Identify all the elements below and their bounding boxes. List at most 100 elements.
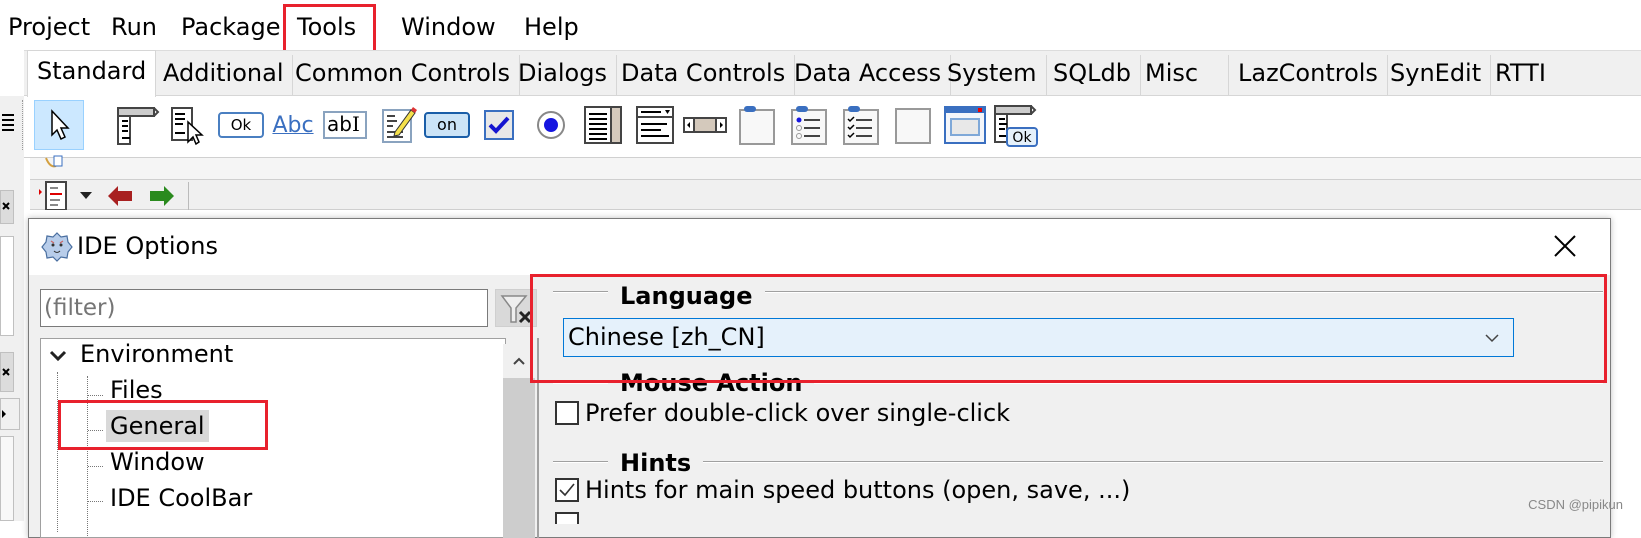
tab-dialogs[interactable]: Dialogs bbox=[509, 55, 617, 97]
tmemo-icon bbox=[382, 107, 417, 143]
editor-toolbar bbox=[30, 180, 1641, 211]
tactionlist-component[interactable]: Ok bbox=[990, 100, 1040, 150]
side-close-button-2[interactable] bbox=[0, 352, 14, 392]
menu-bar: Project Run Package Tools Window Help bbox=[0, 0, 1641, 50]
tframe-component[interactable] bbox=[940, 100, 990, 150]
checkmark-icon bbox=[559, 483, 575, 497]
tree-item-environment[interactable]: Environment bbox=[80, 338, 233, 370]
tcheckgroup-component[interactable] bbox=[836, 100, 886, 150]
tmainmenu-component[interactable] bbox=[112, 100, 162, 150]
tree-guide-line bbox=[57, 372, 58, 532]
tcombobox-component[interactable] bbox=[630, 100, 680, 150]
close-icon bbox=[1554, 235, 1576, 257]
prefer-double-click-checkbox-row[interactable]: Prefer double-click over single-click bbox=[555, 398, 1010, 428]
prefer-double-click-label: Prefer double-click over single-click bbox=[585, 399, 1011, 427]
tactionlist-icon-text: Ok bbox=[1012, 130, 1032, 146]
side-arrow-button[interactable] bbox=[0, 398, 20, 430]
palette-tab-strip: Standard Additional Common Controls Dial… bbox=[24, 50, 1641, 97]
side-close-button-1[interactable] bbox=[0, 190, 14, 224]
tlabel-component[interactable]: Abc bbox=[268, 100, 318, 150]
lazarus-cheetah-icon bbox=[41, 232, 73, 262]
tab-misc[interactable]: Misc bbox=[1136, 55, 1229, 97]
chevron-down-icon bbox=[49, 350, 67, 362]
ttogglebox-component[interactable]: on bbox=[422, 100, 472, 150]
prefer-double-click-checkbox[interactable] bbox=[555, 401, 579, 425]
filter-input[interactable] bbox=[40, 289, 488, 327]
tradiobutton-icon bbox=[537, 111, 565, 139]
triangle-down-icon bbox=[80, 192, 92, 199]
tbutton-component[interactable]: Ok bbox=[216, 100, 266, 150]
jump-history-button[interactable] bbox=[38, 180, 70, 211]
tactionlist-icon: Ok bbox=[994, 105, 1038, 147]
tcombobox-icon bbox=[636, 106, 674, 144]
tmemo-component[interactable] bbox=[374, 100, 424, 150]
tlistbox-icon bbox=[584, 106, 622, 144]
tab-lazcontrols[interactable]: LazControls bbox=[1229, 55, 1388, 97]
tedit-icon: abI bbox=[323, 111, 367, 139]
tpopupmenu-component[interactable] bbox=[164, 100, 214, 150]
tree-connector bbox=[88, 395, 103, 396]
jump-history-icon bbox=[39, 181, 67, 211]
watermark-text: CSDN @pipikun bbox=[1528, 497, 1623, 512]
dropdown-arrow-button[interactable] bbox=[78, 188, 94, 202]
tscrollbar-component[interactable] bbox=[680, 100, 730, 150]
hints-group-title: Hints bbox=[608, 448, 704, 478]
ttogglebox-icon: on bbox=[424, 112, 470, 138]
tcheckbox-component[interactable] bbox=[474, 100, 524, 150]
tpopupmenu-icon bbox=[171, 107, 204, 146]
highlight-language-group bbox=[530, 274, 1607, 383]
editor-unit-icon bbox=[45, 155, 63, 168]
hints-speed-buttons-checkbox[interactable] bbox=[555, 478, 579, 502]
arrow-right-icon bbox=[150, 186, 174, 206]
tab-rtti[interactable]: RTTI bbox=[1486, 55, 1555, 97]
tradiogroup-icon bbox=[791, 106, 827, 145]
selection-pointer-icon bbox=[51, 109, 70, 141]
tree-expander-environment[interactable] bbox=[48, 346, 68, 366]
jump-forward-button[interactable] bbox=[148, 184, 176, 208]
tcheckbox-icon bbox=[484, 110, 514, 140]
dialog-title: IDE Options bbox=[77, 232, 218, 260]
menu-run[interactable]: Run bbox=[111, 12, 157, 42]
tgroupbox-component[interactable] bbox=[732, 100, 782, 150]
tcheckgroup-icon bbox=[843, 106, 879, 145]
tab-system[interactable]: System bbox=[938, 55, 1047, 97]
chevron-up-icon bbox=[513, 357, 525, 365]
selection-pointer-button[interactable] bbox=[34, 100, 84, 150]
tmainmenu-icon bbox=[117, 107, 160, 145]
tradiogroup-component[interactable] bbox=[784, 100, 834, 150]
tab-synedit[interactable]: SynEdit bbox=[1381, 55, 1492, 97]
side-panel-fragment bbox=[0, 236, 14, 336]
menu-help[interactable]: Help bbox=[524, 12, 579, 42]
hints-speed-buttons-checkbox-row[interactable]: Hints for main speed buttons (open, save… bbox=[555, 475, 1130, 505]
toolbar-separator bbox=[188, 182, 189, 210]
tab-common-controls[interactable]: Common Controls bbox=[286, 55, 520, 97]
tedit-component[interactable]: abI bbox=[320, 100, 370, 150]
component-palette: Ok Abc abI on Ok bbox=[24, 96, 1641, 158]
tab-data-controls[interactable]: Data Controls bbox=[612, 55, 796, 97]
arrow-left-icon bbox=[108, 186, 132, 206]
jump-back-button[interactable] bbox=[106, 184, 134, 208]
menu-package[interactable]: Package bbox=[181, 12, 280, 42]
highlight-general-item bbox=[58, 400, 268, 450]
menu-window[interactable]: Window bbox=[401, 12, 496, 42]
dialog-title-bar: IDE Options bbox=[29, 219, 1610, 275]
side-panel-fragment-2 bbox=[0, 436, 14, 521]
tlistbox-component[interactable] bbox=[578, 100, 628, 150]
dialog-close-button[interactable] bbox=[1548, 229, 1582, 263]
tpanel-component[interactable] bbox=[888, 100, 938, 150]
tree-connector bbox=[88, 501, 103, 502]
tab-standard[interactable]: Standard bbox=[27, 50, 157, 97]
tab-data-access[interactable]: Data Access bbox=[785, 55, 952, 97]
tradiobutton-component[interactable] bbox=[526, 100, 576, 150]
tpanel-icon bbox=[895, 108, 931, 144]
hints-speed-buttons-label: Hints for main speed buttons (open, save… bbox=[585, 476, 1131, 504]
next-checkbox-partial[interactable] bbox=[555, 512, 579, 524]
tree-item-window[interactable]: Window bbox=[110, 446, 205, 478]
tab-sqldb[interactable]: SQLdb bbox=[1044, 55, 1141, 97]
tlabel-icon: Abc bbox=[272, 112, 314, 138]
menu-project[interactable]: Project bbox=[8, 12, 90, 42]
editor-header-bar bbox=[30, 155, 1641, 180]
tab-additional[interactable]: Additional bbox=[154, 55, 294, 97]
tree-item-ide-coolbar[interactable]: IDE CoolBar bbox=[110, 482, 252, 514]
speed-button-fragment-icon[interactable] bbox=[0, 108, 18, 138]
